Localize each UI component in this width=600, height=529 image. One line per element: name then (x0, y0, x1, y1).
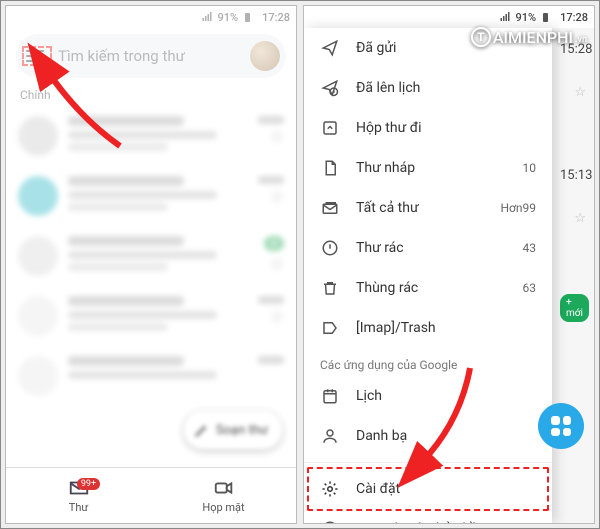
drawer-label: Đã lên lịch (356, 80, 536, 96)
mail-item[interactable] (16, 166, 286, 226)
compose-button[interactable]: Soạn thư (184, 411, 282, 449)
avatar[interactable] (250, 41, 280, 71)
drafts-icon (320, 158, 340, 178)
outbox-icon (320, 118, 340, 138)
drawer-section-google: Các ứng dụng của Google (304, 348, 552, 376)
apps-grid-icon (551, 416, 571, 436)
sent-icon (320, 38, 340, 58)
battery-percent: 91% (515, 11, 536, 24)
mail-item[interactable] (16, 286, 286, 346)
calendar-icon (320, 386, 340, 406)
drawer-count: 63 (523, 281, 537, 295)
star-icon[interactable]: ☆ (574, 85, 586, 100)
mail-item[interactable] (16, 106, 286, 166)
contacts-icon (320, 426, 340, 446)
gear-icon (320, 479, 340, 499)
nav-meet[interactable]: Họp mặt (151, 468, 296, 523)
mail-list-blurred: ● (6, 106, 296, 406)
nav-mail-label: Thư (69, 501, 88, 514)
nav-mail[interactable]: 99+ Thư (6, 468, 151, 523)
drawer-label: Cài đặt (356, 481, 536, 497)
drawer-item-settings[interactable]: Cài đặt (304, 469, 552, 509)
watermark-logo: TAIMIENPHI.vn (471, 27, 587, 47)
drawer-item-trash[interactable]: Thùng rác 63 (304, 268, 552, 308)
status-bar: 91% 17:28 (304, 6, 594, 28)
help-icon (320, 519, 340, 523)
status-time: 17:28 (560, 11, 588, 24)
drawer-count: Hơn99 (500, 201, 536, 215)
drawer-item-label[interactable]: [Imap]/Trash (304, 308, 552, 348)
drawer-label: Hộp thư đi (356, 120, 536, 136)
screenshot-left: 91% 17:28 Tìm kiếm trong thư Chính ● (5, 5, 297, 524)
new-pill: + mới (560, 294, 589, 322)
compose-label: Soạn thư (216, 423, 268, 438)
allmail-icon (320, 198, 340, 218)
drawer-count: 10 (523, 161, 537, 175)
bottom-nav: 99+ Thư Họp mặt (6, 467, 296, 523)
label-icon (320, 318, 340, 338)
inbox-category-label: Chính (6, 84, 296, 106)
drawer-label: Thư rác (356, 240, 507, 256)
spam-icon (320, 238, 340, 258)
screenshot-right: 91% 17:28 15:28 ☆ 15:13 ☆ + mới Đã gửiĐã… (303, 5, 595, 524)
trash-icon (320, 278, 340, 298)
apps-fab[interactable] (538, 403, 584, 449)
drawer-label: Thư nháp (356, 160, 507, 176)
mail-item[interactable] (16, 346, 286, 406)
drawer-item-contacts[interactable]: Danh bạ (304, 416, 552, 456)
status-bar: 91% 17:28 (6, 6, 296, 28)
drawer-label: Tất cả thư (356, 200, 484, 216)
drawer-item-help[interactable]: Trợ giúp và phản hồi (304, 509, 552, 523)
drawer-item-scheduled[interactable]: Đã lên lịch (304, 68, 552, 108)
drawer-item-spam[interactable]: Thư rác 43 (304, 228, 552, 268)
drawer-item-calendar[interactable]: Lịch (304, 376, 552, 416)
menu-icon[interactable] (26, 50, 48, 62)
pencil-icon (194, 422, 210, 438)
drawer-label: Lịch (356, 388, 536, 404)
scheduled-icon (320, 78, 340, 98)
video-icon (213, 477, 235, 499)
drawer-item-allmail[interactable]: Tất cả thư Hơn99 (304, 188, 552, 228)
drawer-item-outbox[interactable]: Hộp thư đi (304, 108, 552, 148)
drawer-label: Danh bạ (356, 428, 536, 444)
star-icon[interactable]: ☆ (574, 211, 586, 226)
search-bar[interactable]: Tìm kiếm trong thư (16, 34, 286, 78)
drawer-label: Thùng rác (356, 280, 507, 296)
drawer-label: [Imap]/Trash (356, 320, 536, 336)
drawer-item-drafts[interactable]: Thư nháp 10 (304, 148, 552, 188)
drawer-label: Trợ giúp và phản hồi (356, 521, 536, 523)
mail-time: 15:13 (560, 168, 592, 183)
mail-item[interactable]: ● (16, 226, 286, 286)
unread-badge: 99+ (77, 478, 100, 490)
nav-drawer: Đã gửiĐã lên lịchHộp thư điThư nháp10Tất… (304, 28, 552, 523)
nav-meet-label: Họp mặt (202, 501, 244, 514)
status-time: 17:28 (262, 11, 290, 24)
search-placeholder: Tìm kiếm trong thư (58, 47, 240, 65)
drawer-count: 43 (523, 241, 537, 255)
battery-percent: 91% (217, 11, 238, 24)
